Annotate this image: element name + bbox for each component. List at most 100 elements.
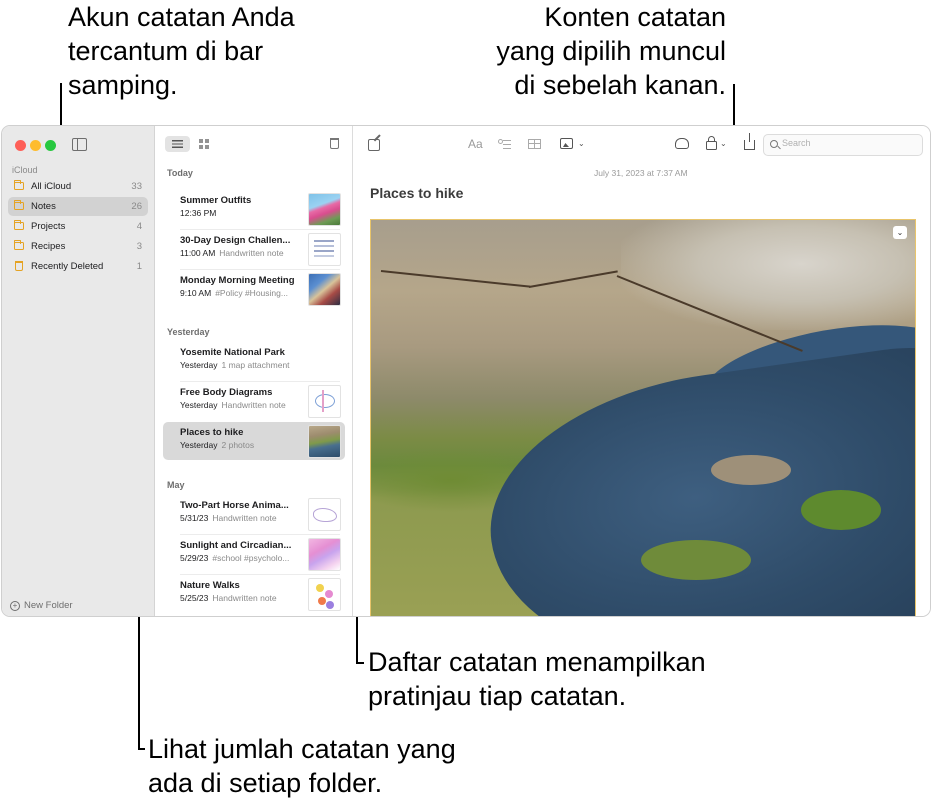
zoom-window-button[interactable] xyxy=(45,140,56,151)
note-date: Yesterday xyxy=(180,400,218,410)
note-item[interactable]: Sunlight and Circadian... 5/29/23 #school… xyxy=(163,535,345,573)
note-title: Places to hike xyxy=(180,427,244,438)
lock-icon[interactable] xyxy=(706,136,717,150)
sidebar-toggle-icon[interactable] xyxy=(72,138,87,151)
list-icon xyxy=(172,140,183,148)
note-date: 9:10 AM xyxy=(180,288,212,298)
note-title: 30-Day Design Challen... xyxy=(180,235,291,246)
note-thumbnail xyxy=(308,193,341,226)
list-callout-line-1: Daftar catatan menampilkan xyxy=(368,647,706,677)
chevron-down-icon[interactable]: ⌄ xyxy=(893,226,907,239)
trash-icon xyxy=(330,138,339,149)
note-list: Today Summer Outfits 12:36 PM 30-Day Des… xyxy=(155,126,353,616)
list-leader-foot xyxy=(356,662,364,664)
note-date: 11:00 AM xyxy=(180,248,216,258)
note-meta: Yesterday 2 photos xyxy=(180,440,254,450)
format-text-button[interactable]: Aa xyxy=(468,137,483,151)
section-header-yesterday: Yesterday xyxy=(167,327,210,337)
note-preview: 2 photos xyxy=(221,440,255,450)
note-thumbnail xyxy=(308,425,341,458)
close-window-button[interactable] xyxy=(15,140,26,151)
note-item[interactable]: Monday Morning Meeting 9:10 AM #Policy #H… xyxy=(163,270,345,308)
note-title: Sunlight and Circadian... xyxy=(180,540,292,551)
note-preview: Handwritten note xyxy=(212,513,277,523)
photo-islet xyxy=(801,490,881,530)
table-icon[interactable] xyxy=(528,139,541,149)
gallery-view-button[interactable] xyxy=(195,136,215,152)
list-callout-line-2: pratinjau tiap catatan. xyxy=(368,681,627,711)
note-meta: 5/31/23 Handwritten note xyxy=(180,513,277,523)
folder-count: 33 xyxy=(131,181,142,192)
note-thumbnail xyxy=(308,578,341,611)
media-icon[interactable] xyxy=(560,138,573,149)
note-item[interactable]: Free Body Diagrams Yesterday Handwritten … xyxy=(163,382,345,420)
chevron-down-icon[interactable]: ⌄ xyxy=(578,137,585,151)
note-thumbnail xyxy=(308,538,341,571)
minimize-window-button[interactable] xyxy=(30,140,41,151)
note-meta: 12:36 PM xyxy=(180,208,220,218)
folder-icon xyxy=(14,180,24,190)
section-header-may: May xyxy=(167,480,185,490)
list-view-button[interactable] xyxy=(165,136,190,152)
note-preview: Handwritten note xyxy=(212,593,277,603)
search-field[interactable] xyxy=(763,134,923,156)
note-item[interactable]: Two-Part Horse Anima... 5/31/23 Handwritt… xyxy=(163,495,345,533)
note-meta: Yesterday Handwritten note xyxy=(180,400,286,410)
folder-count: 26 xyxy=(131,201,142,212)
note-date: 12:36 PM xyxy=(180,208,217,218)
list-callout: Daftar catatan menampilkan pratinjau tia… xyxy=(368,645,706,713)
count-callout-line-2: ada di setiap folder. xyxy=(148,768,383,798)
folder-list: All iCloud 33 Notes 26 Projects 4 Recipe… xyxy=(8,177,148,277)
compose-icon[interactable] xyxy=(368,139,380,151)
note-preview: Handwritten note xyxy=(221,400,286,410)
trash-icon xyxy=(15,261,23,271)
note-preview: #school #psycholo... xyxy=(212,553,290,563)
note-item[interactable]: Nature Walks 5/25/23 Handwritten note xyxy=(163,575,345,613)
content-callout: Konten catatan yang dipilih muncul di se… xyxy=(496,0,726,102)
checklist-icon[interactable] xyxy=(498,139,511,150)
folder-icon xyxy=(14,200,24,210)
note-preview: 1 map attachment xyxy=(221,360,290,370)
note-date: 5/25/23 xyxy=(180,593,209,603)
note-title: Yosemite National Park xyxy=(180,347,285,358)
collaborate-icon[interactable] xyxy=(675,138,689,149)
share-icon[interactable] xyxy=(744,133,755,150)
note-date: Yesterday xyxy=(180,440,218,450)
photo-islet xyxy=(641,540,751,580)
note-title: Summer Outfits xyxy=(180,195,252,206)
count-callout-line-1: Lihat jumlah catatan yang xyxy=(148,734,456,764)
folder-recently-deleted[interactable]: Recently Deleted 1 xyxy=(8,257,148,276)
delete-note-button[interactable] xyxy=(327,136,343,152)
folder-all-icloud[interactable]: All iCloud 33 xyxy=(8,177,148,196)
section-header-today: Today xyxy=(167,168,193,178)
note-timestamp: July 31, 2023 at 7:37 AM xyxy=(594,168,688,178)
note-title: Free Body Diagrams xyxy=(180,387,273,398)
note-date: 5/29/23 xyxy=(180,553,209,563)
photo-islet xyxy=(711,455,791,485)
note-thumbnail xyxy=(308,273,341,306)
note-item[interactable]: Yosemite National Park Yesterday 1 map at… xyxy=(163,342,345,380)
chevron-down-icon[interactable]: ⌄ xyxy=(720,137,727,151)
note-title: Monday Morning Meeting xyxy=(180,275,295,286)
folder-recipes[interactable]: Recipes 3 xyxy=(8,237,148,256)
note-title: Two-Part Horse Anima... xyxy=(180,500,289,511)
note-title-heading: Places to hike xyxy=(370,185,464,201)
note-photo[interactable]: ⌄ xyxy=(370,219,916,616)
note-title: Nature Walks xyxy=(180,580,240,591)
folder-count: 3 xyxy=(136,241,142,252)
note-item[interactable]: Summer Outfits 12:36 PM xyxy=(163,190,345,228)
account-label: iCloud xyxy=(12,165,38,175)
note-item[interactable]: 30-Day Design Challen... 11:00 AM Handwri… xyxy=(163,230,345,268)
folder-name: Projects xyxy=(31,221,66,232)
search-input[interactable] xyxy=(782,138,912,148)
note-item-selected[interactable]: Places to hike Yesterday 2 photos xyxy=(163,422,345,460)
grid-icon xyxy=(199,139,209,149)
note-meta: 11:00 AM Handwritten note xyxy=(180,248,284,258)
count-leader-foot xyxy=(138,748,145,750)
note-thumbnail xyxy=(308,233,341,266)
new-folder-button[interactable]: + New Folder xyxy=(10,600,73,611)
note-date: Yesterday xyxy=(180,360,218,370)
folder-notes[interactable]: Notes 26 xyxy=(8,197,148,216)
folder-projects[interactable]: Projects 4 xyxy=(8,217,148,236)
note-meta: 5/25/23 Handwritten note xyxy=(180,593,277,603)
